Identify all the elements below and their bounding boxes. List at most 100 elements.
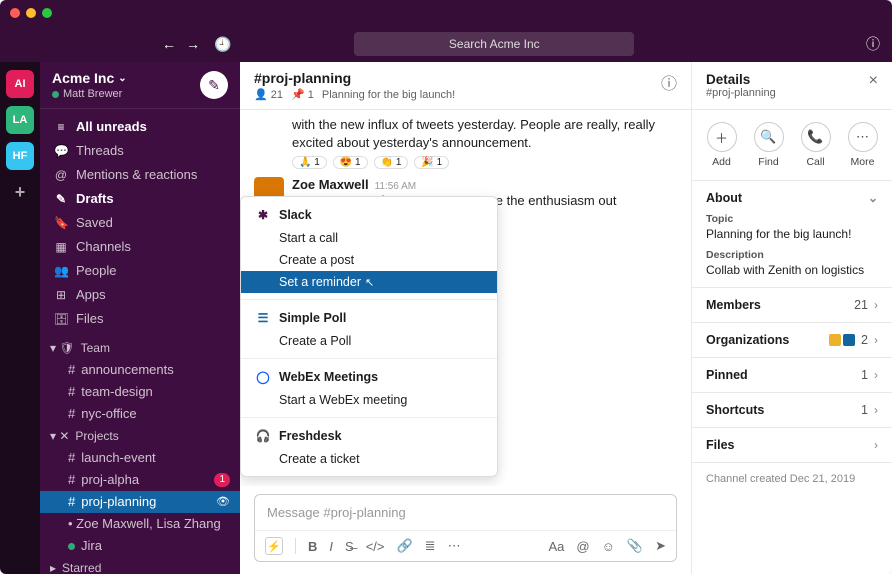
details-row[interactable]: Organizations2 › — [692, 323, 892, 358]
shortcut-item[interactable]: Create a post — [241, 249, 497, 271]
shortcut-app: 🎧Freshdesk — [241, 424, 497, 448]
code-button[interactable]: </> — [366, 539, 385, 554]
bold-button[interactable]: B — [308, 539, 317, 554]
reaction[interactable]: 🎉 1 — [414, 156, 449, 169]
channel-item[interactable]: # launch-event — [40, 447, 240, 469]
close-details[interactable]: × — [869, 72, 878, 90]
details-pane: Details #proj-planning × ＋Add🔍Find📞Call⋯… — [692, 62, 892, 574]
presence-indicator — [52, 91, 59, 98]
window-close[interactable] — [10, 8, 20, 18]
section-team[interactable]: ▾ 🛡 Team — [40, 337, 240, 359]
channel-topic-inline: Planning for the big launch! — [322, 89, 455, 101]
details-row[interactable]: Shortcuts1 › — [692, 393, 892, 428]
details-action[interactable]: ⋯More — [848, 122, 878, 168]
shortcut-item[interactable]: Start a WebEx meeting — [241, 389, 497, 411]
channel-item[interactable]: # announcements — [40, 359, 240, 381]
workspace-name[interactable]: Acme Inc⌄ — [52, 70, 127, 86]
top-toolbar: ← → 🕘 Search Acme Inc ⓘ — [0, 26, 892, 62]
workspace-switch[interactable]: HF — [6, 142, 34, 170]
shortcut-item[interactable]: Set a reminder↖ — [241, 271, 497, 293]
sidebar-item[interactable]: ✎Drafts — [40, 187, 240, 211]
pin-count[interactable]: 📌 1 — [291, 88, 314, 101]
shortcut-item[interactable]: Create a ticket — [241, 448, 497, 470]
details-action[interactable]: ＋Add — [707, 122, 737, 168]
send-button[interactable]: ➤ — [655, 538, 666, 554]
channel-item[interactable]: # team-design — [40, 381, 240, 403]
description-label: Description — [706, 249, 878, 261]
add-workspace[interactable]: + — [6, 178, 34, 206]
compose-button[interactable]: ✎ — [200, 71, 228, 99]
message-author[interactable]: Zoe Maxwell — [292, 177, 369, 192]
sidebar-item[interactable]: ⊞Apps — [40, 283, 240, 307]
window-zoom[interactable] — [42, 8, 52, 18]
channel-item[interactable]: # proj-planning👁 — [40, 491, 240, 513]
sidebar-item[interactable]: @Mentions & reactions — [40, 163, 240, 187]
help-button[interactable]: ⓘ — [866, 34, 880, 54]
section-projects[interactable]: ▾ ✕ Projects — [40, 425, 240, 447]
list-button[interactable]: ≣ — [425, 538, 436, 554]
more-format-button[interactable]: ⋯ — [448, 538, 461, 554]
channel-info-icon[interactable]: ⓘ — [661, 70, 677, 94]
sidebar-item[interactable]: ≡All unreads — [40, 115, 240, 139]
topic-label: Topic — [706, 213, 878, 225]
channel-item[interactable]: # nyc-office — [40, 403, 240, 425]
emoji-button[interactable]: ☺ — [602, 539, 615, 554]
about-header[interactable]: About — [706, 191, 742, 205]
current-user: Matt Brewer — [63, 88, 122, 100]
shortcuts-menu: ✱SlackStart a callCreate a postSet a rem… — [240, 196, 498, 477]
attach-button[interactable]: 📎 — [627, 538, 643, 554]
app-window: ← → 🕘 Search Acme Inc ⓘ AI LA HF + Acme … — [0, 0, 892, 574]
reaction[interactable]: 👏 1 — [374, 156, 409, 169]
shortcuts-button[interactable]: ⚡ — [265, 537, 283, 555]
history-back[interactable]: ← — [162, 36, 176, 52]
details-action[interactable]: 🔍Find — [754, 122, 784, 168]
sidebar-item[interactable]: ▦Channels — [40, 235, 240, 259]
channel-item[interactable]: # proj-alpha1 — [40, 469, 240, 491]
section-starred[interactable]: ▸ Starred — [40, 557, 240, 574]
strike-button[interactable]: S̶ — [345, 539, 354, 554]
window-titlebar — [0, 0, 892, 26]
composer-input[interactable]: Message #proj-planning — [255, 495, 676, 530]
history-button[interactable]: 🕘 — [214, 36, 231, 53]
details-row[interactable]: Files › — [692, 428, 892, 463]
font-button[interactable]: Aa — [549, 539, 565, 554]
shortcut-app: ◯WebEx Meetings — [241, 365, 497, 389]
workspace-switch[interactable]: LA — [6, 106, 34, 134]
chevron-down-icon: ⌄ — [868, 191, 878, 205]
link-button[interactable]: 🔗 — [396, 538, 412, 554]
message-composer[interactable]: Message #proj-planning ⚡ B I S̶ </> 🔗 ≣ … — [254, 494, 677, 562]
channel-created: Channel created Dec 21, 2019 — [692, 463, 892, 495]
member-count[interactable]: 👤 21 — [254, 88, 283, 101]
channel-item[interactable]: Jira — [40, 535, 240, 557]
sidebar-item[interactable]: 👥People — [40, 259, 240, 283]
workspace-switch[interactable]: AI — [6, 70, 34, 98]
details-action[interactable]: 📞Call — [801, 122, 831, 168]
sidebar-item[interactable]: 💬Threads — [40, 139, 240, 163]
history-forward[interactable]: → — [186, 36, 200, 52]
channel-pane: #proj-planning 👤 21 📌 1 Planning for the… — [240, 62, 692, 574]
channel-title[interactable]: #proj-planning — [254, 70, 455, 86]
italic-button[interactable]: I — [329, 539, 333, 554]
search-input[interactable]: Search Acme Inc — [354, 32, 634, 56]
shortcut-app: ✱Slack — [241, 203, 497, 227]
details-row[interactable]: Members21 › — [692, 288, 892, 323]
description-value[interactable]: Collab with Zenith on logistics — [706, 263, 878, 277]
shortcut-app: ☰Simple Poll — [241, 306, 497, 330]
composer-toolbar: ⚡ B I S̶ </> 🔗 ≣ ⋯ Aa @ ☺ 📎 ➤ — [255, 530, 676, 561]
sidebar-item[interactable]: 🗄Files — [40, 307, 240, 331]
sidebar: Acme Inc⌄ Matt Brewer ✎ ≡All unreads💬Thr… — [40, 62, 240, 574]
mention-button[interactable]: @ — [576, 539, 589, 554]
reaction[interactable]: 🙏 1 — [292, 156, 327, 169]
channel-item[interactable]: • Zoe Maxwell, Lisa Zhang — [40, 513, 240, 535]
details-row[interactable]: Pinned1 › — [692, 358, 892, 393]
reaction[interactable]: 😍 1 — [333, 156, 368, 169]
window-minimize[interactable] — [26, 8, 36, 18]
message-text: with the new influx of tweets yesterday.… — [292, 116, 677, 152]
shortcut-item[interactable]: Start a call — [241, 227, 497, 249]
topic-value[interactable]: Planning for the big launch! — [706, 227, 878, 241]
sidebar-item[interactable]: 🔖Saved — [40, 211, 240, 235]
workspace-rail: AI LA HF + — [0, 62, 40, 574]
message-time: 11:56 AM — [375, 181, 417, 192]
shortcut-item[interactable]: Create a Poll — [241, 330, 497, 352]
details-title: Details — [706, 72, 776, 87]
